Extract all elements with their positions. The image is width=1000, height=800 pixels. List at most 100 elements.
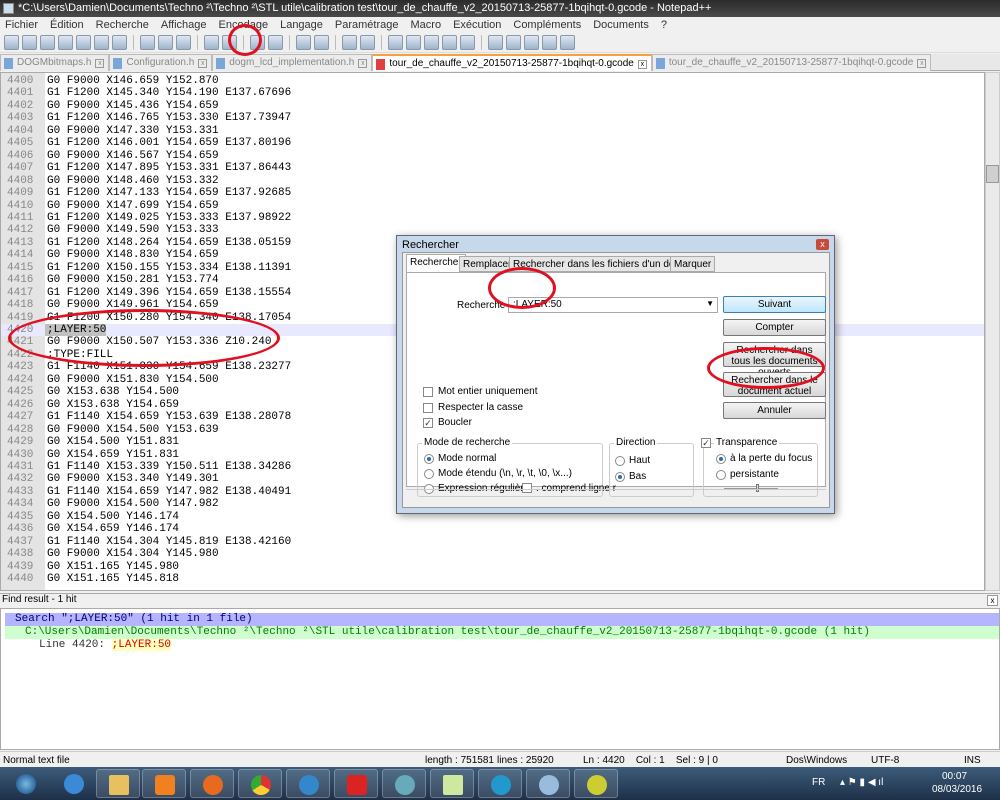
whole-word-checkbox[interactable] [423, 387, 433, 397]
photo-viewer-icon[interactable] [382, 769, 426, 798]
close-tab-icon[interactable]: x [917, 59, 927, 68]
file-result-line[interactable]: C:\Users\Damien\Documents\Techno ²\Techn… [5, 626, 999, 639]
save-all-icon[interactable] [58, 35, 73, 50]
c-app-icon[interactable] [478, 769, 522, 798]
menu-item[interactable]: Édition [50, 19, 84, 31]
function-list-icon[interactable] [460, 35, 475, 50]
code-line[interactable]: 4401 G1 F1200 X145.340 Y154.190 E137.6769… [1, 87, 984, 99]
internet-explorer-icon[interactable] [52, 769, 96, 798]
code-line[interactable]: 4438 G0 F9000 X154.304 Y145.980 [1, 548, 984, 560]
explorer-icon[interactable] [96, 769, 140, 798]
mode-normal-radio[interactable] [424, 454, 434, 464]
menu-item[interactable]: Fichier [5, 19, 38, 31]
mode-extended-radio[interactable] [424, 469, 434, 479]
menu-item[interactable]: Compléments [513, 19, 581, 31]
vertical-scrollbar[interactable] [985, 72, 1000, 591]
menu-item[interactable]: Macro [411, 19, 442, 31]
firefox-icon[interactable] [190, 769, 234, 798]
file-tab[interactable]: tour_de_chauffe_v2_20150713-25877-1bqihq… [372, 54, 652, 71]
transparency-focus-radio[interactable] [716, 454, 726, 464]
show-all-icon[interactable] [406, 35, 421, 50]
scrollbar-thumb[interactable] [986, 165, 999, 183]
code-line[interactable]: 4407 G1 F1200 X147.895 Y153.331 E137.8644… [1, 162, 984, 174]
file-tab[interactable]: tour_de_chauffe_v2_20150713-25877-1bqihq… [651, 54, 932, 71]
menu-item[interactable]: ? [661, 19, 667, 31]
doc-map-icon[interactable] [442, 35, 457, 50]
sketchup-icon[interactable] [334, 769, 378, 798]
file-tab[interactable]: Configuration.h x [109, 54, 213, 71]
paint-icon[interactable] [526, 769, 570, 798]
clock-time[interactable]: 00:07 [942, 771, 967, 782]
close-all-icon[interactable] [94, 35, 109, 50]
dropdown-arrow-icon[interactable]: ▼ [706, 299, 714, 308]
find-result-close-button[interactable]: x [987, 595, 998, 606]
undo-icon[interactable] [204, 35, 219, 50]
run-macro-multiple-icon[interactable] [542, 35, 557, 50]
code-line[interactable]: 4404 G0 F9000 X147.330 Y153.331 [1, 125, 984, 137]
start-button[interactable] [4, 769, 48, 798]
close-tab-icon[interactable]: x [198, 59, 208, 68]
record-macro-icon[interactable] [488, 35, 503, 50]
close-tab-icon[interactable]: x [95, 59, 105, 68]
code-line[interactable]: 4410 G0 F9000 X147.699 Y154.659 [1, 200, 984, 212]
open-file-icon[interactable] [22, 35, 37, 50]
direction-down-radio[interactable] [615, 472, 625, 482]
clock-date[interactable]: 08/03/2016 [932, 784, 982, 795]
code-line[interactable]: 4408 G0 F9000 X148.460 Y153.332 [1, 175, 984, 187]
indent-guide-icon[interactable] [424, 35, 439, 50]
cancel-button[interactable]: Annuler [723, 402, 826, 419]
wrap-checkbox[interactable]: ✓ [423, 418, 433, 428]
sync-v-icon[interactable] [342, 35, 357, 50]
code-line[interactable]: 4411 G1 F1200 X149.025 Y153.333 E137.9892… [1, 212, 984, 224]
tab-marquer[interactable]: Marquer [670, 256, 716, 272]
replace-icon[interactable] [268, 35, 283, 50]
code-line[interactable]: 4437 G1 F1140 X154.304 Y145.819 E138.4216… [1, 536, 984, 548]
print-icon[interactable] [112, 35, 127, 50]
close-icon[interactable] [76, 35, 91, 50]
copy-icon[interactable] [158, 35, 173, 50]
next-button[interactable]: Suivant [723, 296, 826, 313]
paste-icon[interactable] [176, 35, 191, 50]
code-line[interactable]: 4403 G1 F1200 X146.765 Y153.330 E137.7394… [1, 112, 984, 124]
count-button[interactable]: Compter [723, 319, 826, 336]
app-yellow-icon[interactable] [574, 769, 618, 798]
file-tab[interactable]: DOGMbitmaps.h x [0, 54, 110, 71]
file-tab[interactable]: dogm_lcd_implementation.h x [212, 54, 373, 71]
save-icon[interactable] [40, 35, 55, 50]
media-player-icon[interactable] [142, 769, 186, 798]
zoom-out-icon[interactable] [314, 35, 329, 50]
zoom-in-icon[interactable] [296, 35, 311, 50]
transparency-checkbox[interactable]: ✓ [701, 438, 711, 448]
language-indicator[interactable]: FR [812, 777, 825, 788]
dialog-close-button[interactable]: x [816, 239, 829, 250]
transparency-always-radio[interactable] [716, 470, 726, 480]
chrome-icon[interactable] [238, 769, 282, 798]
wrap-icon[interactable] [388, 35, 403, 50]
code-line[interactable]: 4409 G1 F1200 X147.133 Y154.659 E137.9268… [1, 187, 984, 199]
stop-macro-icon[interactable] [506, 35, 521, 50]
code-line[interactable]: 4400 G0 F9000 X146.659 Y152.870 [1, 75, 984, 87]
menu-item[interactable]: Documents [593, 19, 649, 31]
tray-icons[interactable]: ▴ ⚑ ▮ ◀ ıl [840, 777, 883, 788]
close-tab-icon[interactable]: x [358, 59, 368, 68]
code-line[interactable]: 4440 G0 X151.165 Y145.818 [1, 573, 984, 585]
new-file-icon[interactable] [4, 35, 19, 50]
menu-item[interactable]: Exécution [453, 19, 501, 31]
code-line[interactable]: 4406 G0 F9000 X146.567 Y154.659 [1, 150, 984, 162]
notepadpp-taskbar-icon[interactable] [430, 769, 474, 798]
tab-rechercher[interactable]: Rechercher [406, 254, 466, 273]
app-icon[interactable] [286, 769, 330, 798]
menu-item[interactable]: Recherche [96, 19, 149, 31]
find-result-panel[interactable]: Search ";LAYER:50" (1 hit in 1 file) C:\… [0, 608, 1000, 750]
menu-item[interactable]: Paramétrage [335, 19, 399, 31]
play-macro-icon[interactable] [524, 35, 539, 50]
save-macro-icon[interactable] [560, 35, 575, 50]
menu-item[interactable]: Affichage [161, 19, 207, 31]
direction-up-radio[interactable] [615, 456, 625, 466]
code-line[interactable]: 4436 G0 X154.659 Y146.174 [1, 523, 984, 535]
code-line[interactable]: 4405 G1 F1200 X146.001 Y154.659 E137.8019… [1, 137, 984, 149]
code-line[interactable]: 4439 G0 X151.165 Y145.980 [1, 561, 984, 573]
code-line[interactable]: 4402 G0 F9000 X145.436 Y154.659 [1, 100, 984, 112]
close-tab-icon[interactable]: x [637, 60, 647, 69]
match-case-checkbox[interactable] [423, 403, 433, 413]
